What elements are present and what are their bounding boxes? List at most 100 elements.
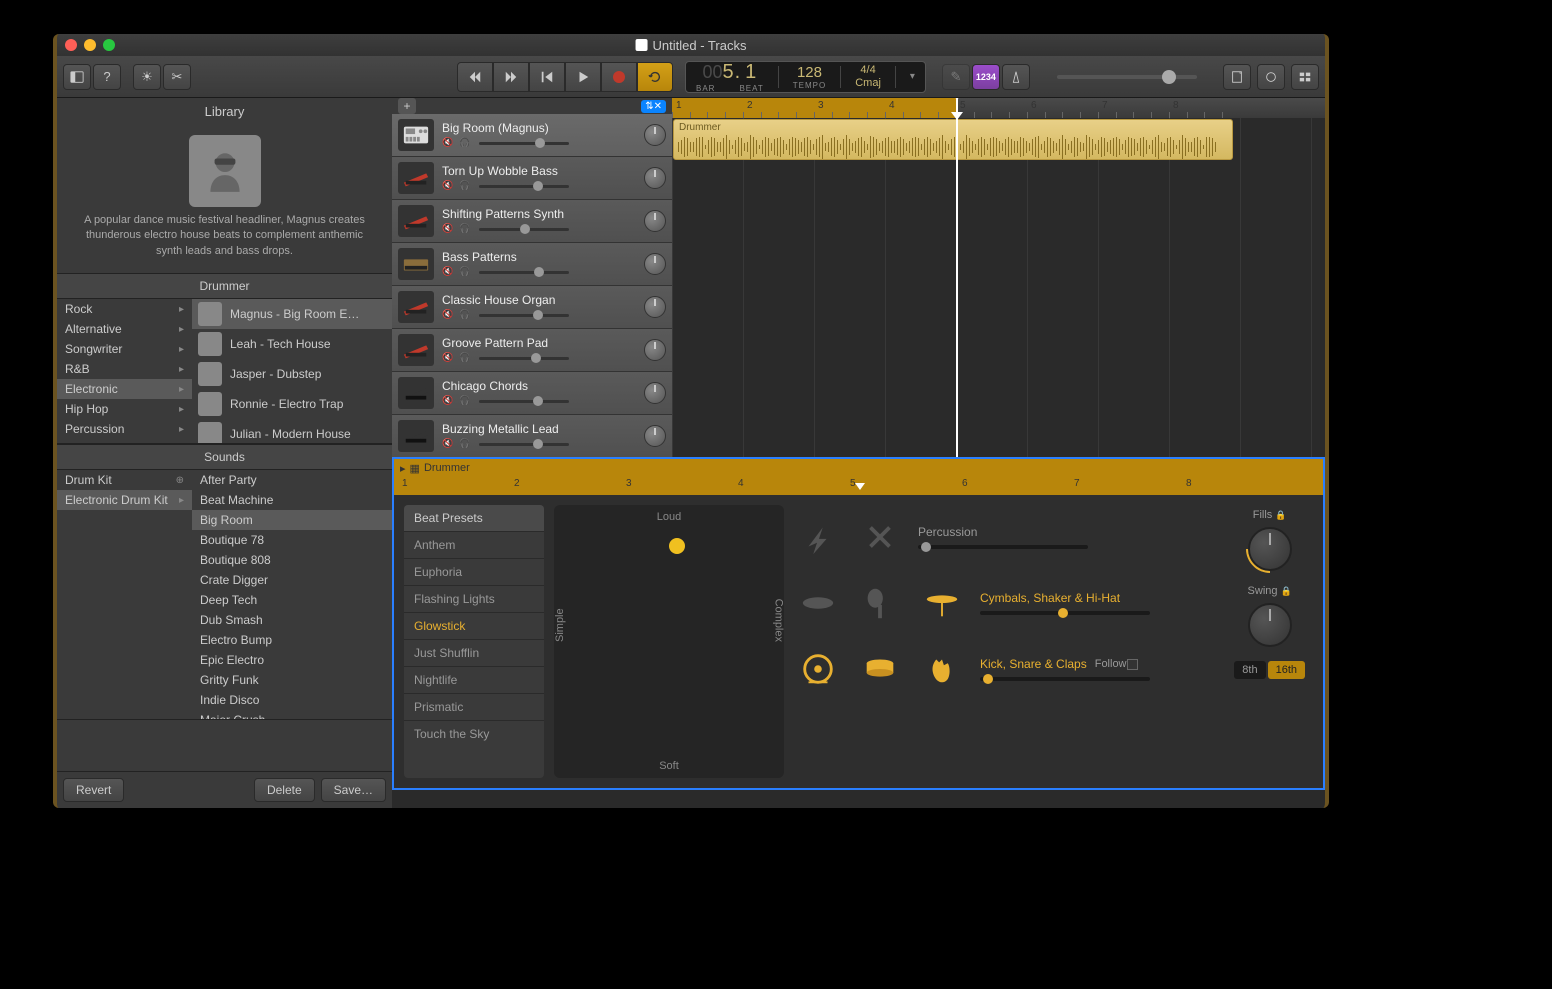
headphone-button[interactable]: 🎧 — [459, 266, 473, 278]
shaker-icon[interactable] — [856, 579, 904, 627]
lcd-time-signature[interactable]: 4/4 — [860, 64, 875, 76]
preset-item[interactable]: Touch the Sky — [404, 720, 544, 747]
mute-button[interactable]: 🔇 — [442, 309, 456, 321]
fx1-icon[interactable] — [794, 513, 842, 561]
track-header[interactable]: Classic House Organ 🔇🎧 — [392, 286, 672, 329]
sound-item[interactable]: Crate Digger — [192, 570, 392, 590]
loops-button[interactable] — [1257, 64, 1285, 90]
track-icon[interactable] — [398, 248, 434, 280]
track-volume-slider[interactable] — [479, 443, 569, 446]
track-volume-slider[interactable] — [479, 400, 569, 403]
category-item[interactable]: Hip Hop▸ — [57, 399, 192, 419]
rewind-button[interactable] — [457, 62, 493, 92]
mute-button[interactable]: 🔇 — [442, 180, 456, 192]
drummer-item[interactable]: Julian - Modern House — [192, 419, 392, 443]
close-window-button[interactable] — [65, 39, 77, 51]
sound-item[interactable]: Indie Disco — [192, 690, 392, 710]
preset-item[interactable]: Euphoria — [404, 558, 544, 585]
fills-knob[interactable] — [1248, 527, 1292, 571]
track-pan-knob[interactable] — [644, 425, 666, 447]
headphone-button[interactable]: 🎧 — [459, 309, 473, 321]
lock-icon[interactable]: 🔒 — [1281, 586, 1292, 597]
track-volume-slider[interactable] — [479, 357, 569, 360]
track-pan-knob[interactable] — [644, 124, 666, 146]
track-icon[interactable] — [398, 205, 434, 237]
sound-item[interactable]: Gritty Funk — [192, 670, 392, 690]
save-button[interactable]: Save… — [321, 778, 386, 802]
editor-back-icon[interactable]: ▸ — [400, 462, 406, 475]
track-icon[interactable] — [398, 334, 434, 366]
swing-knob[interactable] — [1248, 603, 1292, 647]
sound-item[interactable]: Big Room — [192, 510, 392, 530]
kick-icon[interactable] — [794, 645, 842, 693]
sound-item[interactable]: Boutique 78 — [192, 530, 392, 550]
track-pan-knob[interactable] — [644, 167, 666, 189]
cymbals-slider[interactable] — [980, 611, 1150, 615]
preset-item[interactable]: Prismatic — [404, 693, 544, 720]
snare-icon[interactable] — [856, 645, 904, 693]
track-header[interactable]: Chicago Chords 🔇🎧 — [392, 372, 672, 415]
go-to-start-button[interactable] — [529, 62, 565, 92]
track-pan-knob[interactable] — [644, 339, 666, 361]
notepad-button[interactable] — [1223, 64, 1251, 90]
percussion-slider[interactable] — [918, 545, 1088, 549]
follow-checkbox[interactable] — [1127, 659, 1138, 670]
tuner-button[interactable]: ✎ — [942, 64, 970, 90]
preset-item[interactable]: Flashing Lights — [404, 585, 544, 612]
lcd-display[interactable]: 005.1BARBEAT 128TEMPO 4/4Cmaj ▾ — [685, 61, 926, 93]
track-pan-knob[interactable] — [644, 253, 666, 275]
xy-handle[interactable] — [669, 538, 685, 554]
track-header[interactable]: Torn Up Wobble Bass 🔇🎧 — [392, 157, 672, 200]
track-icon[interactable] — [398, 291, 434, 323]
preset-item[interactable]: Glowstick — [404, 612, 544, 639]
master-volume-slider[interactable] — [1057, 75, 1197, 79]
seg-8th[interactable]: 8th — [1234, 661, 1265, 679]
tambourine-icon[interactable] — [794, 579, 842, 627]
headphone-button[interactable]: 🎧 — [459, 395, 473, 407]
mute-button[interactable]: 🔇 — [442, 266, 456, 278]
track-pan-knob[interactable] — [644, 210, 666, 232]
drummer-item[interactable]: Ronnie - Electro Trap — [192, 389, 392, 419]
mute-button[interactable]: 🔇 — [442, 352, 456, 364]
track-icon[interactable] — [398, 162, 434, 194]
track-icon[interactable] — [398, 119, 434, 151]
media-browser-button[interactable] — [1291, 64, 1319, 90]
track-volume-slider[interactable] — [479, 271, 569, 274]
lcd-beat[interactable]: 1 — [745, 61, 757, 83]
category-item[interactable]: Percussion▸ — [57, 419, 192, 439]
headphone-button[interactable]: 🎧 — [459, 352, 473, 364]
drummer-item[interactable]: Jasper - Dubstep — [192, 359, 392, 389]
forward-button[interactable] — [493, 62, 529, 92]
clap-icon[interactable] — [918, 645, 966, 693]
sound-item[interactable]: Major Crush — [192, 710, 392, 719]
headphone-button[interactable]: 🎧 — [459, 223, 473, 235]
metronome-button[interactable] — [1002, 64, 1030, 90]
lcd-bar[interactable]: 5 — [722, 61, 734, 83]
count-in-button[interactable]: 1234 — [972, 64, 1000, 90]
preset-item[interactable]: Nightlife — [404, 666, 544, 693]
editor-playhead[interactable] — [855, 483, 865, 490]
tracks-content[interactable]: Drummer — [672, 118, 1325, 457]
track-header[interactable]: Big Room (Magnus) 🔇🎧 — [392, 114, 672, 157]
library-toggle-button[interactable] — [63, 64, 91, 90]
drummer-region[interactable]: Drummer — [673, 119, 1233, 160]
category-item[interactable]: Alternative▸ — [57, 319, 192, 339]
fx2-icon[interactable] — [856, 513, 904, 561]
category-item[interactable]: Rock▸ — [57, 299, 192, 319]
preset-item[interactable]: Just Shufflin — [404, 639, 544, 666]
track-pan-knob[interactable] — [644, 382, 666, 404]
mute-button[interactable]: 🔇 — [442, 438, 456, 450]
category-item[interactable]: R&B▸ — [57, 359, 192, 379]
category-item[interactable]: Songwriter▸ — [57, 339, 192, 359]
sound-item[interactable]: Boutique 808 — [192, 550, 392, 570]
settings-icon[interactable]: ☀ — [133, 64, 161, 90]
drummer-item[interactable]: Leah - Tech House — [192, 329, 392, 359]
mute-button[interactable]: 🔇 — [442, 395, 456, 407]
drummer-item[interactable]: Magnus - Big Room E… — [192, 299, 392, 329]
play-button[interactable] — [565, 62, 601, 92]
editor-region-icon[interactable]: ▦ — [410, 462, 420, 475]
headphone-button[interactable]: 🎧 — [459, 180, 473, 192]
titlebar[interactable]: Untitled - Tracks — [57, 34, 1325, 56]
track-filter-button[interactable]: ⇅✕ — [641, 100, 666, 113]
lcd-tempo[interactable]: 128 — [797, 64, 822, 81]
